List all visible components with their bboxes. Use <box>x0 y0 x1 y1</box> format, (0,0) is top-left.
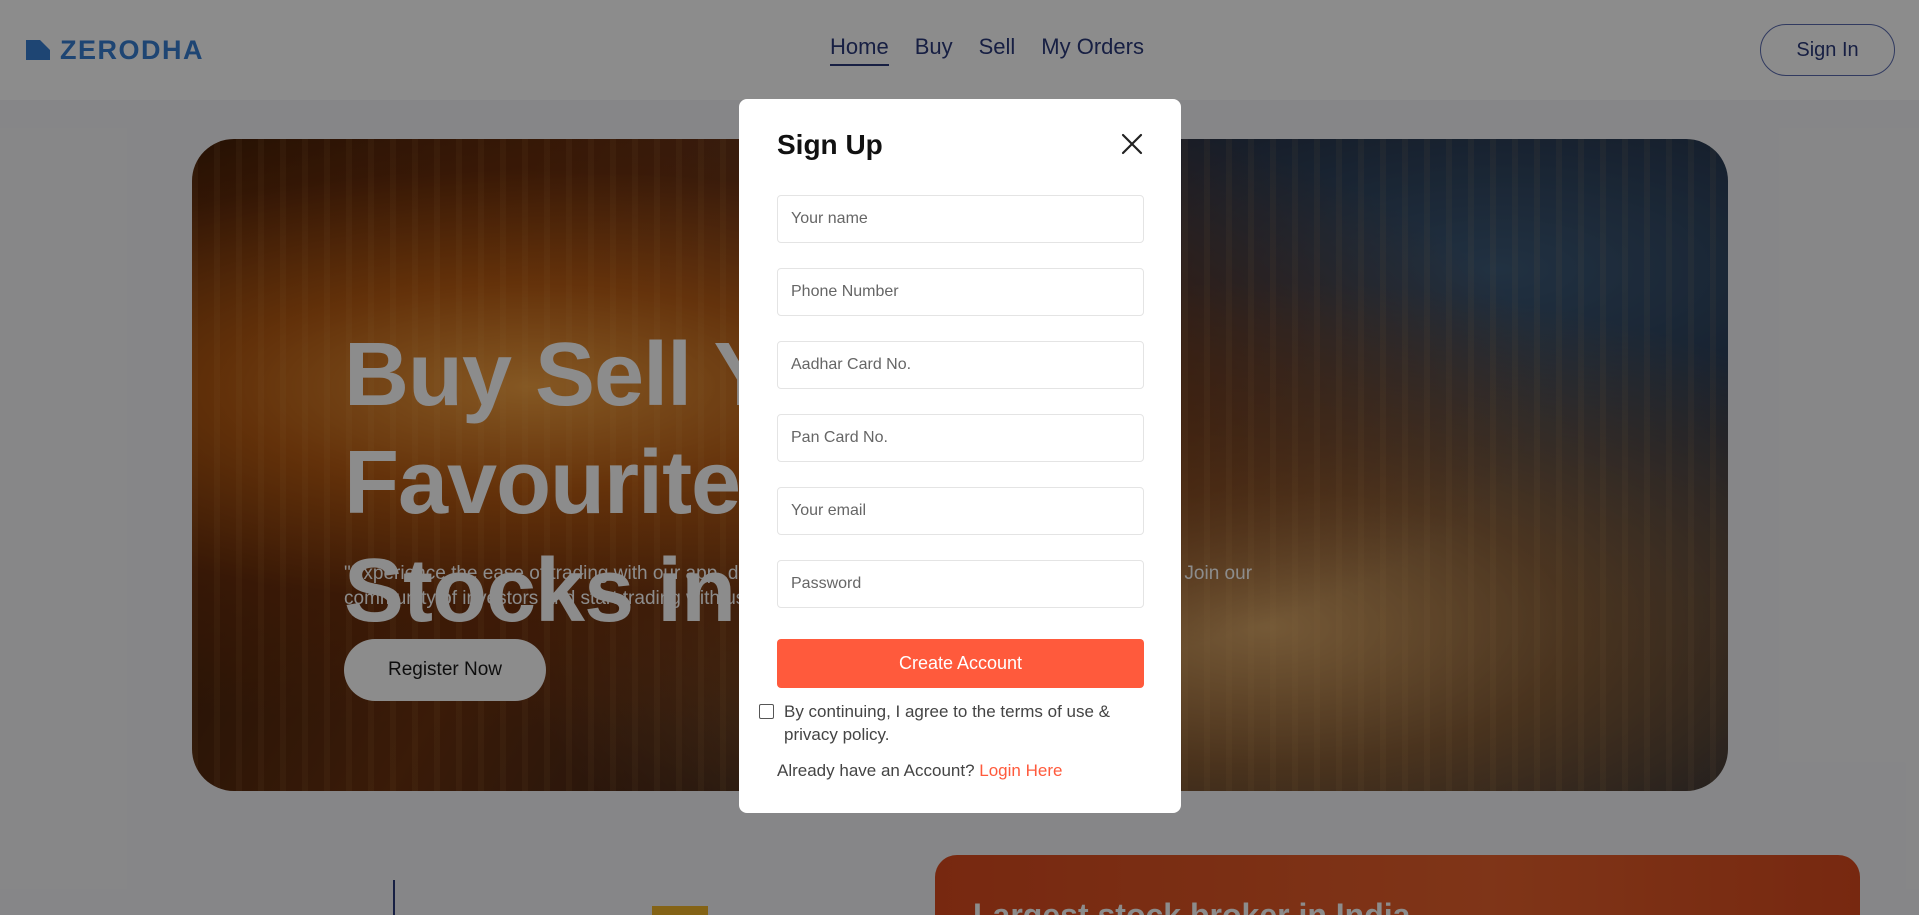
phone-field[interactable] <box>777 268 1144 316</box>
terms-checkbox[interactable] <box>759 704 774 719</box>
login-prompt: Already have an Account? <box>777 761 975 780</box>
login-prompt-row: Already have an Account? Login Here <box>777 761 1062 781</box>
modal-title: Sign Up <box>777 129 883 160</box>
pan-field[interactable] <box>777 414 1144 462</box>
create-account-button[interactable]: Create Account <box>777 639 1144 688</box>
password-field[interactable] <box>777 560 1144 608</box>
close-icon[interactable] <box>1119 131 1145 157</box>
aadhar-field[interactable] <box>777 341 1144 389</box>
email-field[interactable] <box>777 487 1144 535</box>
terms-text: By continuing, I agree to the terms of u… <box>784 702 1111 744</box>
login-link[interactable]: Login Here <box>979 761 1062 780</box>
terms-agreement: By continuing, I agree to the terms of u… <box>759 700 1159 746</box>
name-field[interactable] <box>777 195 1144 243</box>
sign-up-modal: Sign Up Create Account By continuing, I … <box>739 99 1181 813</box>
